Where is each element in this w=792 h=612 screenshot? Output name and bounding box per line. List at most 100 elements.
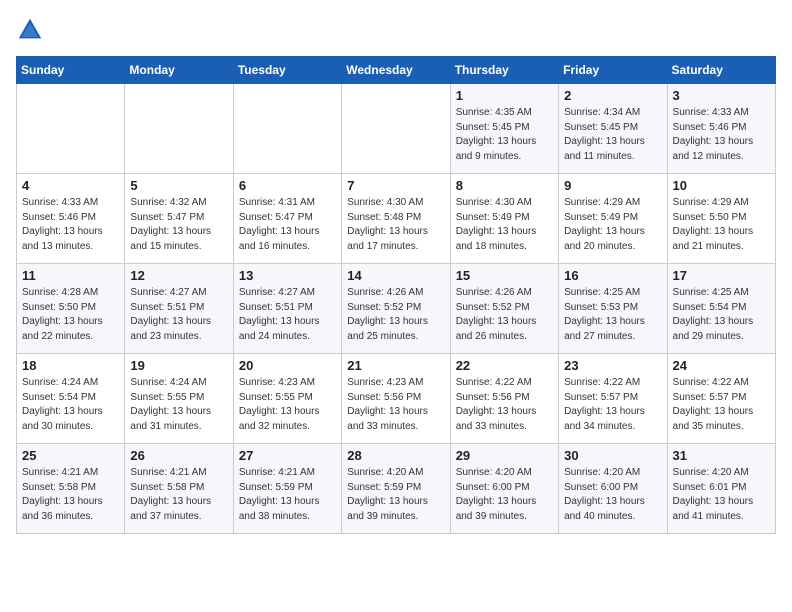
day-info: Sunrise: 4:20 AM Sunset: 6:00 PM Dayligh… bbox=[456, 466, 553, 524]
header-row: SundayMondayTuesdayWednesdayThursdayFrid… bbox=[17, 57, 776, 84]
day-info: Sunrise: 4:33 AM Sunset: 5:46 PM Dayligh… bbox=[22, 196, 119, 254]
day-number: 29 bbox=[456, 448, 553, 463]
day-info: Sunrise: 4:24 AM Sunset: 5:55 PM Dayligh… bbox=[130, 376, 227, 434]
calendar-cell: 21 Sunrise: 4:23 AM Sunset: 5:56 PM Dayli… bbox=[342, 354, 450, 444]
calendar-cell: 10 Sunrise: 4:29 AM Sunset: 5:50 PM Dayli… bbox=[667, 174, 775, 264]
day-info: Sunrise: 4:28 AM Sunset: 5:50 PM Dayligh… bbox=[22, 286, 119, 344]
calendar-cell: 4 Sunrise: 4:33 AM Sunset: 5:46 PM Daylig… bbox=[17, 174, 125, 264]
day-info: Sunrise: 4:25 AM Sunset: 5:53 PM Dayligh… bbox=[564, 286, 661, 344]
day-info: Sunrise: 4:21 AM Sunset: 5:58 PM Dayligh… bbox=[130, 466, 227, 524]
calendar-cell: 16 Sunrise: 4:25 AM Sunset: 5:53 PM Dayli… bbox=[559, 264, 667, 354]
calendar-cell: 7 Sunrise: 4:30 AM Sunset: 5:48 PM Daylig… bbox=[342, 174, 450, 264]
day-number: 8 bbox=[456, 178, 553, 193]
day-number: 7 bbox=[347, 178, 444, 193]
day-info: Sunrise: 4:32 AM Sunset: 5:47 PM Dayligh… bbox=[130, 196, 227, 254]
day-info: Sunrise: 4:22 AM Sunset: 5:57 PM Dayligh… bbox=[673, 376, 770, 434]
day-info: Sunrise: 4:31 AM Sunset: 5:47 PM Dayligh… bbox=[239, 196, 336, 254]
calendar-cell: 18 Sunrise: 4:24 AM Sunset: 5:54 PM Dayli… bbox=[17, 354, 125, 444]
day-info: Sunrise: 4:22 AM Sunset: 5:56 PM Dayligh… bbox=[456, 376, 553, 434]
calendar-week-3: 18 Sunrise: 4:24 AM Sunset: 5:54 PM Dayli… bbox=[17, 354, 776, 444]
day-number: 30 bbox=[564, 448, 661, 463]
day-number: 4 bbox=[22, 178, 119, 193]
day-info: Sunrise: 4:20 AM Sunset: 6:01 PM Dayligh… bbox=[673, 466, 770, 524]
day-info: Sunrise: 4:23 AM Sunset: 5:55 PM Dayligh… bbox=[239, 376, 336, 434]
calendar-cell: 30 Sunrise: 4:20 AM Sunset: 6:00 PM Dayli… bbox=[559, 444, 667, 534]
day-info: Sunrise: 4:20 AM Sunset: 5:59 PM Dayligh… bbox=[347, 466, 444, 524]
day-info: Sunrise: 4:27 AM Sunset: 5:51 PM Dayligh… bbox=[239, 286, 336, 344]
day-info: Sunrise: 4:26 AM Sunset: 5:52 PM Dayligh… bbox=[347, 286, 444, 344]
day-info: Sunrise: 4:29 AM Sunset: 5:50 PM Dayligh… bbox=[673, 196, 770, 254]
calendar-cell: 31 Sunrise: 4:20 AM Sunset: 6:01 PM Dayli… bbox=[667, 444, 775, 534]
day-number: 18 bbox=[22, 358, 119, 373]
day-number: 21 bbox=[347, 358, 444, 373]
calendar-cell: 20Sunrise: 4:23 AM Sunset: 5:55 PM Dayli… bbox=[233, 354, 341, 444]
header-cell-sunday: Sunday bbox=[17, 57, 125, 84]
calendar-cell: 22 Sunrise: 4:22 AM Sunset: 5:56 PM Dayli… bbox=[450, 354, 558, 444]
calendar-week-4: 25 Sunrise: 4:21 AM Sunset: 5:58 PM Dayli… bbox=[17, 444, 776, 534]
day-number: 17 bbox=[673, 268, 770, 283]
header-cell-thursday: Thursday bbox=[450, 57, 558, 84]
header-cell-tuesday: Tuesday bbox=[233, 57, 341, 84]
day-number: 31 bbox=[673, 448, 770, 463]
day-info: Sunrise: 4:30 AM Sunset: 5:48 PM Dayligh… bbox=[347, 196, 444, 254]
day-number: 1 bbox=[456, 88, 553, 103]
day-info: Sunrise: 4:25 AM Sunset: 5:54 PM Dayligh… bbox=[673, 286, 770, 344]
day-info: Sunrise: 4:21 AM Sunset: 5:59 PM Dayligh… bbox=[239, 466, 336, 524]
day-number: 16 bbox=[564, 268, 661, 283]
calendar-cell: 25 Sunrise: 4:21 AM Sunset: 5:58 PM Dayli… bbox=[17, 444, 125, 534]
day-number: 10 bbox=[673, 178, 770, 193]
logo-icon bbox=[16, 16, 44, 44]
day-number: 11 bbox=[22, 268, 119, 283]
calendar-week-1: 4 Sunrise: 4:33 AM Sunset: 5:46 PM Daylig… bbox=[17, 174, 776, 264]
day-number: 25 bbox=[22, 448, 119, 463]
day-info: Sunrise: 4:29 AM Sunset: 5:49 PM Dayligh… bbox=[564, 196, 661, 254]
day-number: 3 bbox=[673, 88, 770, 103]
day-info: Sunrise: 4:34 AM Sunset: 5:45 PM Dayligh… bbox=[564, 106, 661, 164]
header-cell-wednesday: Wednesday bbox=[342, 57, 450, 84]
calendar-cell: 24 Sunrise: 4:22 AM Sunset: 5:57 PM Dayli… bbox=[667, 354, 775, 444]
calendar-cell: 2 Sunrise: 4:34 AM Sunset: 5:45 PM Daylig… bbox=[559, 84, 667, 174]
day-number: 24 bbox=[673, 358, 770, 373]
calendar-cell bbox=[125, 84, 233, 174]
day-info: Sunrise: 4:33 AM Sunset: 5:46 PM Dayligh… bbox=[673, 106, 770, 164]
calendar-cell: 23Sunrise: 4:22 AM Sunset: 5:57 PM Dayli… bbox=[559, 354, 667, 444]
calendar-cell: 29 Sunrise: 4:20 AM Sunset: 6:00 PM Dayli… bbox=[450, 444, 558, 534]
calendar-cell: 27 Sunrise: 4:21 AM Sunset: 5:59 PM Dayli… bbox=[233, 444, 341, 534]
day-number: 27 bbox=[239, 448, 336, 463]
day-info: Sunrise: 4:23 AM Sunset: 5:56 PM Dayligh… bbox=[347, 376, 444, 434]
calendar-cell: 17 Sunrise: 4:25 AM Sunset: 5:54 PM Dayli… bbox=[667, 264, 775, 354]
day-number: 9 bbox=[564, 178, 661, 193]
calendar-cell: 6 Sunrise: 4:31 AM Sunset: 5:47 PM Daylig… bbox=[233, 174, 341, 264]
calendar-cell bbox=[17, 84, 125, 174]
day-info: Sunrise: 4:20 AM Sunset: 6:00 PM Dayligh… bbox=[564, 466, 661, 524]
day-info: Sunrise: 4:35 AM Sunset: 5:45 PM Dayligh… bbox=[456, 106, 553, 164]
logo bbox=[16, 16, 48, 44]
day-number: 5 bbox=[130, 178, 227, 193]
header-cell-saturday: Saturday bbox=[667, 57, 775, 84]
day-info: Sunrise: 4:26 AM Sunset: 5:52 PM Dayligh… bbox=[456, 286, 553, 344]
calendar-cell: 13Sunrise: 4:27 AM Sunset: 5:51 PM Dayli… bbox=[233, 264, 341, 354]
header-cell-monday: Monday bbox=[125, 57, 233, 84]
day-number: 26 bbox=[130, 448, 227, 463]
day-info: Sunrise: 4:21 AM Sunset: 5:58 PM Dayligh… bbox=[22, 466, 119, 524]
calendar-cell: 14Sunrise: 4:26 AM Sunset: 5:52 PM Dayli… bbox=[342, 264, 450, 354]
calendar-cell: 9 Sunrise: 4:29 AM Sunset: 5:49 PM Daylig… bbox=[559, 174, 667, 264]
day-number: 22 bbox=[456, 358, 553, 373]
calendar-cell bbox=[342, 84, 450, 174]
day-number: 28 bbox=[347, 448, 444, 463]
day-number: 19 bbox=[130, 358, 227, 373]
calendar-cell: 5 Sunrise: 4:32 AM Sunset: 5:47 PM Daylig… bbox=[125, 174, 233, 264]
day-number: 23 bbox=[564, 358, 661, 373]
calendar-header: SundayMondayTuesdayWednesdayThursdayFrid… bbox=[17, 57, 776, 84]
calendar-cell: 11 Sunrise: 4:28 AM Sunset: 5:50 PM Dayli… bbox=[17, 264, 125, 354]
day-number: 6 bbox=[239, 178, 336, 193]
day-number: 2 bbox=[564, 88, 661, 103]
day-info: Sunrise: 4:30 AM Sunset: 5:49 PM Dayligh… bbox=[456, 196, 553, 254]
page-header bbox=[16, 16, 776, 44]
calendar-cell: 12Sunrise: 4:27 AM Sunset: 5:51 PM Dayli… bbox=[125, 264, 233, 354]
calendar-cell: 19 Sunrise: 4:24 AM Sunset: 5:55 PM Dayli… bbox=[125, 354, 233, 444]
calendar-cell: 1 Sunrise: 4:35 AM Sunset: 5:45 PM Daylig… bbox=[450, 84, 558, 174]
day-info: Sunrise: 4:24 AM Sunset: 5:54 PM Dayligh… bbox=[22, 376, 119, 434]
day-info: Sunrise: 4:27 AM Sunset: 5:51 PM Dayligh… bbox=[130, 286, 227, 344]
calendar-cell: 15Sunrise: 4:26 AM Sunset: 5:52 PM Dayli… bbox=[450, 264, 558, 354]
